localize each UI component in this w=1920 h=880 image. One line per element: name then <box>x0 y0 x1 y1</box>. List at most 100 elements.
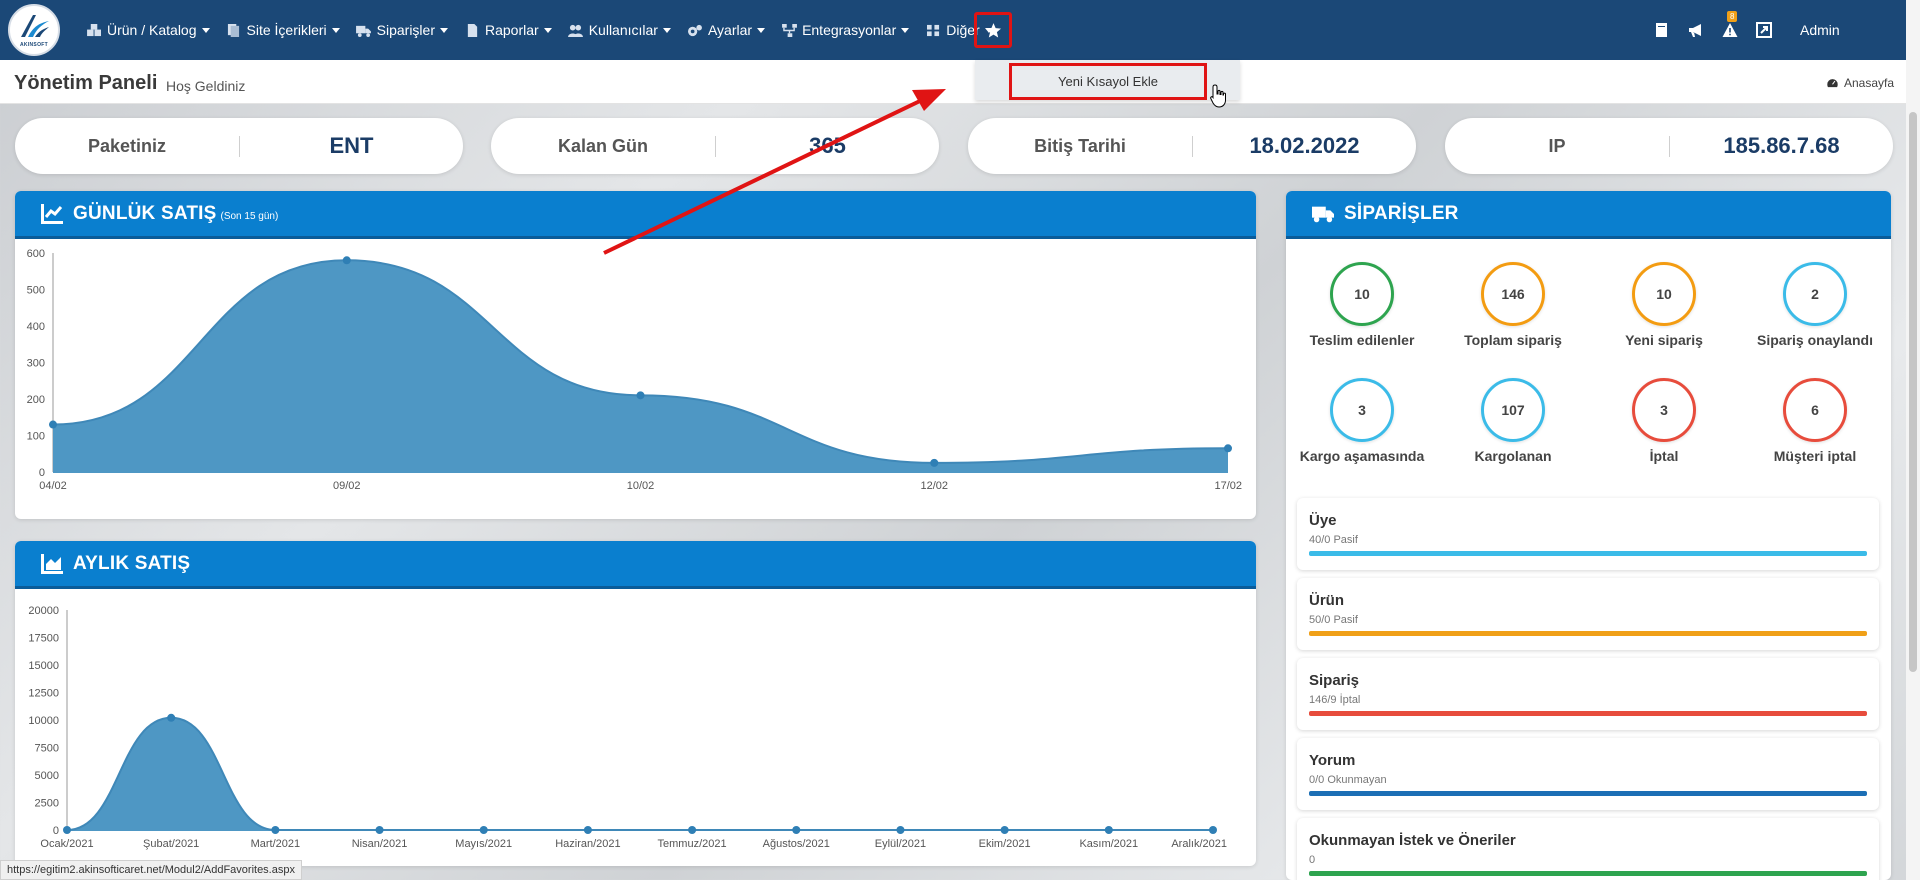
data-point[interactable] <box>479 826 488 834</box>
add-shortcut-item[interactable]: Yeni Kısayol Ekle <box>1009 63 1207 100</box>
scrollbar-thumb[interactable] <box>1909 112 1917 672</box>
caret-down-icon <box>662 27 671 33</box>
x-tick-label: 04/02 <box>39 480 67 492</box>
browser-status-bar: https://egitim2.akinsofticaret.net/Modul… <box>0 860 302 880</box>
data-point[interactable] <box>1104 826 1113 834</box>
status-label: Yeni sipariş <box>1625 332 1703 348</box>
main-nav: Ürün / Katalog Site İçerikleri Siparişle… <box>86 0 1009 60</box>
y-tick-label: 15000 <box>28 660 59 672</box>
line-chart-icon <box>41 203 63 224</box>
stat-members[interactable]: Üye 40/0 Pasif <box>1297 498 1879 570</box>
logo-mark-icon <box>21 14 49 37</box>
orders-header: SİPARİŞLER <box>1286 191 1891 239</box>
data-point[interactable] <box>1000 826 1009 834</box>
data-point[interactable] <box>63 826 71 834</box>
y-tick-label: 400 <box>27 321 45 333</box>
x-tick-label: 09/02 <box>333 480 361 492</box>
status-label: Müşteri iptal <box>1773 448 1857 464</box>
nav-site-icerikleri[interactable]: Site İçerikleri <box>226 22 340 38</box>
truck-icon <box>1312 206 1334 222</box>
x-tick-label: Eylül/2021 <box>875 838 926 850</box>
status-circle: 2 <box>1783 262 1847 326</box>
monthly-sales-header: AYLIK SATIŞ <box>15 541 1256 589</box>
stat-sub: 0/0 Okunmayan <box>1309 774 1387 786</box>
y-tick-label: 7500 <box>35 743 59 755</box>
y-tick-label: 5000 <box>35 770 59 782</box>
announcement-button[interactable] <box>1686 20 1706 40</box>
status-label: Sipariş onaylandı <box>1757 332 1873 348</box>
stat-comments[interactable]: Yorum 0/0 Okunmayan <box>1297 738 1879 810</box>
order-status-delivered[interactable]: 10 Teslim edilenler <box>1287 262 1437 348</box>
order-status-shipping[interactable]: 3 Kargo aşamasında <box>1287 378 1437 464</box>
hand-cursor-icon <box>1210 84 1226 108</box>
stat-sub: 146/9 İptal <box>1309 694 1361 706</box>
order-status-new[interactable]: 10 Yeni sipariş <box>1589 262 1739 348</box>
status-circle: 6 <box>1783 378 1847 442</box>
book-button[interactable] <box>1652 20 1672 40</box>
x-tick-label: Mayıs/2021 <box>455 838 512 850</box>
x-tick-label: Aralık/2021 <box>1171 838 1227 850</box>
akinsoft-logo[interactable]: AKINSOFT <box>8 4 60 56</box>
order-status-shipped[interactable]: 107 Kargolanan <box>1438 378 1588 464</box>
truck-icon <box>356 23 372 37</box>
status-circle: 3 <box>1330 378 1394 442</box>
grid-icon <box>925 23 941 37</box>
stat-sub: 40/0 Pasif <box>1309 534 1358 546</box>
stat-products[interactable]: Ürün 50/0 Pasif <box>1297 578 1879 650</box>
y-tick-label: 500 <box>27 285 45 297</box>
status-circle: 10 <box>1632 262 1696 326</box>
data-point[interactable] <box>792 826 801 834</box>
nav-urun-katalog[interactable]: Ürün / Katalog <box>86 22 210 38</box>
y-tick-label: 12500 <box>28 688 59 700</box>
nav-label: Raporlar <box>485 22 539 38</box>
stat-title: Sipariş <box>1309 672 1360 689</box>
nav-kullanicilar[interactable]: Kullanıcılar <box>568 22 671 38</box>
data-point[interactable] <box>1224 444 1232 453</box>
nav-entegrasyonlar[interactable]: Entegrasyonlar <box>781 22 910 38</box>
info-label: Paketiniz <box>15 135 240 157</box>
nav-raporlar[interactable]: Raporlar <box>464 22 552 38</box>
data-point[interactable] <box>342 256 351 265</box>
stat-orders[interactable]: Sipariş 146/9 İptal <box>1297 658 1879 730</box>
home-link[interactable]: Anasayfa <box>1826 76 1894 90</box>
page-title: Yönetim Paneli <box>14 72 158 94</box>
daily-sales-title: GÜNLÜK SATIŞ <box>73 202 217 224</box>
nav-label: Site İçerikleri <box>246 22 327 38</box>
data-point[interactable] <box>930 458 939 467</box>
user-menu[interactable]: Admin <box>1800 22 1840 38</box>
data-point[interactable] <box>688 826 697 834</box>
data-point[interactable] <box>583 826 592 834</box>
order-status-approved[interactable]: 2 Sipariş onaylandı <box>1740 262 1890 348</box>
data-point[interactable] <box>49 420 57 429</box>
stat-sub: 50/0 Pasif <box>1309 614 1358 626</box>
daily-sales-header: GÜNLÜK SATIŞ (Son 15 gün) <box>15 191 1256 239</box>
order-status-cancelled[interactable]: 3 İptal <box>1589 378 1739 464</box>
data-point[interactable] <box>636 391 645 400</box>
order-status-total[interactable]: 146 Toplam sipariş <box>1438 262 1588 348</box>
nav-ayarlar[interactable]: Ayarlar <box>687 22 766 38</box>
pages-icon <box>226 23 242 37</box>
y-tick-label: 100 <box>27 431 45 443</box>
status-circle: 107 <box>1481 378 1545 442</box>
favorites-button[interactable] <box>974 12 1012 48</box>
monthly-sales-title: AYLIK SATIŞ <box>73 552 191 574</box>
x-tick-label: Ağustos/2021 <box>763 838 830 850</box>
boxes-icon <box>86 23 102 37</box>
alerts-button[interactable]: 8 <box>1720 11 1740 40</box>
data-point[interactable] <box>1209 826 1217 834</box>
y-tick-label: 20000 <box>28 605 59 617</box>
order-status-customer-cancelled[interactable]: 6 Müşteri iptal <box>1740 378 1890 464</box>
external-link-button[interactable] <box>1754 20 1774 40</box>
status-circle: 146 <box>1481 262 1545 326</box>
x-tick-label: 10/02 <box>627 480 655 492</box>
info-label: Kalan Gün <box>491 135 716 157</box>
data-point[interactable] <box>167 713 176 722</box>
data-point[interactable] <box>375 826 384 834</box>
data-point[interactable] <box>896 826 905 834</box>
logo-text: AKINSOFT <box>20 41 48 48</box>
nav-siparisler[interactable]: Siparişler <box>356 22 448 38</box>
stat-requests[interactable]: Okunmayan İstek ve Öneriler 0 <box>1297 818 1879 880</box>
y-tick-label: 600 <box>27 248 45 260</box>
status-label: Teslim edilenler <box>1309 332 1415 348</box>
data-point[interactable] <box>271 826 280 834</box>
